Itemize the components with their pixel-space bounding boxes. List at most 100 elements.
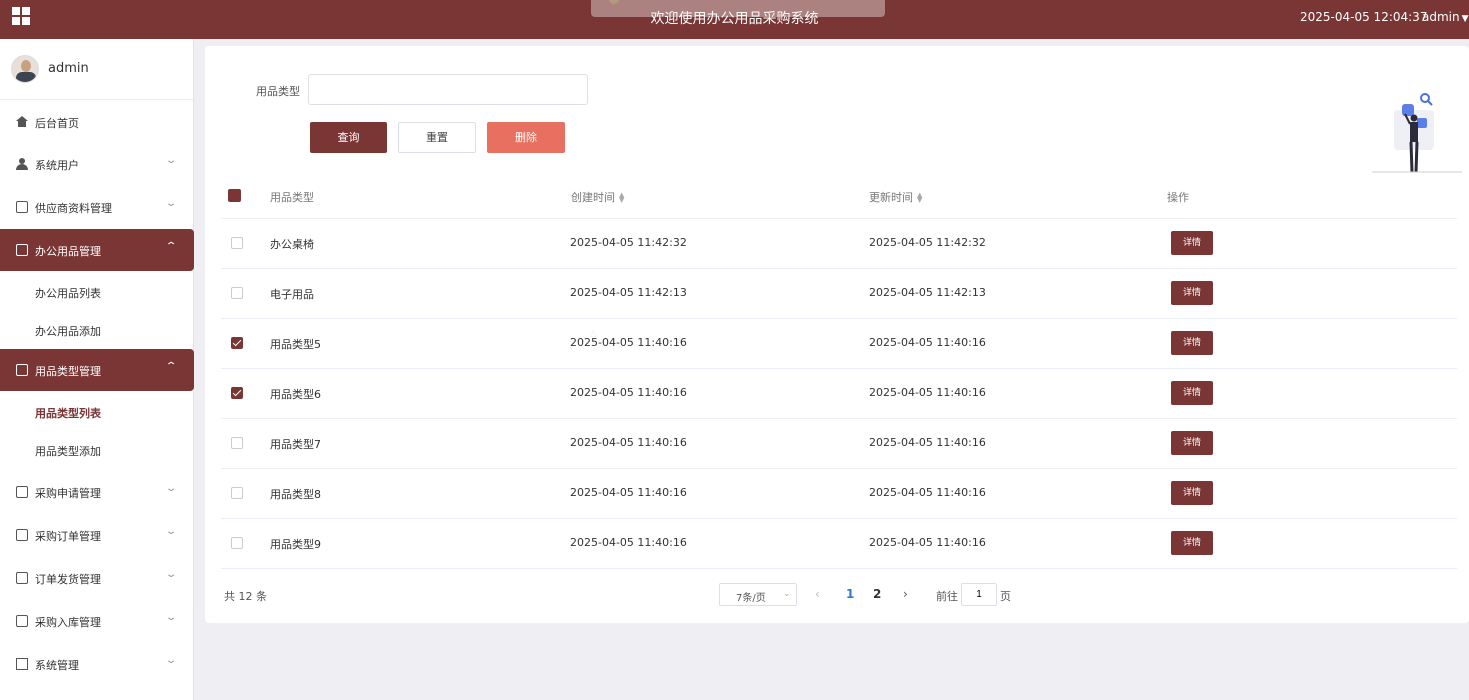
cell-updated-time: 2025-04-05 11:40:16 bbox=[869, 436, 986, 449]
detail-button[interactable]: 详情 bbox=[1171, 231, 1213, 255]
chevron-down-icon: ⌄ bbox=[164, 655, 178, 666]
table-row: 电子用品 2025-04-05 11:42:13 2025-04-05 11:42:… bbox=[221, 268, 1457, 318]
row-checkbox[interactable] bbox=[231, 437, 243, 449]
page-size-value: 7条/页 bbox=[736, 593, 766, 604]
cell-type-name: 用品类型6 bbox=[270, 388, 321, 401]
main-panel: 用品类型 查询 重置 删除 用品类型 创建时间 ▲ ▼ 更新时间 ▲ ▼ 操作 办公桌椅… bbox=[205, 46, 1469, 623]
cell-updated-time: 2025-04-05 11:42:13 bbox=[869, 286, 986, 299]
select-all-checkbox[interactable] bbox=[228, 189, 241, 202]
cell-updated-time: 2025-04-05 11:40:16 bbox=[869, 536, 986, 549]
detail-button[interactable]: 详情 bbox=[1171, 431, 1213, 455]
detail-button[interactable]: 详情 bbox=[1171, 381, 1213, 405]
sidebar-item-supply-types[interactable]: 用品类型管理 ⌃ bbox=[0, 349, 194, 391]
prev-page-button[interactable]: ‹ bbox=[815, 587, 820, 601]
sidebar-item-label: 办公用品管理 bbox=[35, 245, 101, 258]
chevron-down-icon: ⌄ bbox=[164, 612, 178, 623]
chevron-down-icon: ⌄ bbox=[164, 198, 178, 209]
sidebar-item-label: 系统用户 bbox=[35, 159, 79, 172]
row-checkbox[interactable] bbox=[231, 337, 243, 349]
page-unit-label: 页 bbox=[1000, 590, 1011, 603]
cell-created-time: 2025-04-05 11:40:16 bbox=[570, 436, 687, 449]
document-icon bbox=[16, 615, 28, 627]
column-header-label: 创建时间 bbox=[571, 191, 615, 204]
cell-type-name: 用品类型8 bbox=[270, 488, 321, 501]
chevron-up-icon: ⌃ bbox=[164, 241, 178, 252]
sidebar-subitem-label: 办公用品添加 bbox=[35, 325, 101, 338]
sidebar-subitem-types-add[interactable]: 用品类型添加 bbox=[0, 431, 194, 469]
cell-updated-time: 2025-04-05 11:40:16 bbox=[869, 486, 986, 499]
next-page-button[interactable]: › bbox=[903, 587, 908, 601]
sidebar-item-system-users[interactable]: 系统用户 ⌄ bbox=[0, 143, 194, 185]
sidebar-item-dashboard[interactable]: 后台首页 bbox=[0, 101, 194, 143]
goto-label: 前往 bbox=[936, 590, 958, 603]
sidebar-subitem-label: 用品类型添加 bbox=[35, 445, 101, 458]
profile: admin bbox=[0, 39, 193, 100]
sort-icon[interactable]: ▲ ▼ bbox=[917, 192, 922, 204]
sidebar-item-label: 系统管理 bbox=[35, 659, 79, 672]
chevron-down-icon: ⌄ bbox=[783, 589, 791, 599]
table-row: 用品类型9 2025-04-05 11:40:16 2025-04-05 11:40… bbox=[221, 518, 1457, 568]
total-count: 共 12 条 bbox=[224, 590, 267, 603]
search-label: 用品类型 bbox=[256, 85, 300, 98]
cell-type-name: 用品类型7 bbox=[270, 438, 321, 451]
cell-created-time: 2025-04-05 11:40:16 bbox=[570, 336, 687, 349]
sidebar-item-suppliers[interactable]: 供应商资料管理 ⌄ bbox=[0, 186, 194, 228]
search-input[interactable] bbox=[308, 74, 588, 105]
sort-icon[interactable]: ▲ ▼ bbox=[619, 192, 624, 204]
table-row: 用品类型7 2025-04-05 11:40:16 2025-04-05 11:40… bbox=[221, 418, 1457, 468]
column-header-created[interactable]: 创建时间 ▲ ▼ bbox=[571, 189, 624, 205]
row-checkbox[interactable] bbox=[231, 537, 243, 549]
sidebar-item-label: 订单发货管理 bbox=[35, 573, 101, 586]
detail-button[interactable]: 详情 bbox=[1171, 331, 1213, 355]
row-checkbox[interactable] bbox=[231, 387, 243, 399]
table-bottom-border bbox=[221, 568, 1457, 569]
page-size-select[interactable]: 7条/页 ⌄ bbox=[719, 583, 797, 606]
goto-page-input[interactable] bbox=[961, 583, 997, 606]
detail-button[interactable]: 详情 bbox=[1171, 531, 1213, 555]
sidebar-item-purchase-orders[interactable]: 采购订单管理 ⌄ bbox=[0, 514, 194, 556]
query-button[interactable]: 查询 bbox=[310, 122, 387, 153]
sidebar-subitem-types-list[interactable]: 用品类型列表 bbox=[0, 393, 194, 431]
sidebar-item-purchase-requests[interactable]: 采购申请管理 ⌄ bbox=[0, 471, 194, 513]
sidebar-item-system-admin[interactable]: 系统管理 ⌄ bbox=[0, 643, 194, 685]
sidebar: admin 后台首页 系统用户 ⌄ 供应商资料管理 ⌄ 办公用品管理 ⌃ 办公用… bbox=[0, 39, 194, 700]
chevron-down-icon: ⌄ bbox=[164, 569, 178, 580]
column-header-updated[interactable]: 更新时间 ▲ ▼ bbox=[869, 189, 922, 205]
sidebar-item-order-shipping[interactable]: 订单发货管理 ⌄ bbox=[0, 557, 194, 599]
sidebar-item-label: 采购订单管理 bbox=[35, 530, 101, 543]
document-icon bbox=[16, 244, 28, 256]
delete-button[interactable]: 删除 bbox=[487, 122, 565, 153]
document-icon bbox=[16, 529, 28, 541]
sidebar-item-warehouse-in[interactable]: 采购入库管理 ⌄ bbox=[0, 600, 194, 642]
cell-updated-time: 2025-04-05 11:42:32 bbox=[869, 236, 986, 249]
sidebar-item-label: 供应商资料管理 bbox=[35, 202, 112, 215]
page-number[interactable]: 1 bbox=[846, 587, 854, 601]
column-header-label: 更新时间 bbox=[869, 191, 913, 204]
detail-button[interactable]: 详情 bbox=[1171, 481, 1213, 505]
sidebar-item-label: 后台首页 bbox=[35, 117, 79, 130]
column-header-actions: 操作 bbox=[1167, 191, 1189, 204]
reset-button[interactable]: 重置 bbox=[398, 122, 476, 153]
cell-type-name: 电子用品 bbox=[270, 288, 314, 301]
image-icon bbox=[16, 658, 28, 670]
chevron-down-icon: ⌄ bbox=[164, 155, 178, 166]
user-menu[interactable]: admin ▼ bbox=[1422, 10, 1469, 24]
cell-type-name: 用品类型5 bbox=[270, 338, 321, 351]
detail-button[interactable]: 详情 bbox=[1171, 281, 1213, 305]
cell-created-time: 2025-04-05 11:42:13 bbox=[570, 286, 687, 299]
sidebar-subitem-supplies-list[interactable]: 办公用品列表 bbox=[0, 273, 194, 311]
sidebar-subitem-label: 用品类型列表 bbox=[35, 407, 101, 420]
cell-updated-time: 2025-04-05 11:40:16 bbox=[869, 386, 986, 399]
cell-created-time: 2025-04-05 11:40:16 bbox=[570, 536, 687, 549]
top-bar: 欢迎使用办公用品采购系统 2025-04-05 12:04:37 admin ▼ bbox=[0, 0, 1469, 39]
row-checkbox[interactable] bbox=[231, 287, 243, 299]
app-title: 欢迎使用办公用品采购系统 bbox=[650, 11, 819, 27]
row-checkbox[interactable] bbox=[231, 237, 243, 249]
sidebar-subitem-supplies-add[interactable]: 办公用品添加 bbox=[0, 311, 194, 349]
sidebar-item-office-supplies[interactable]: 办公用品管理 ⌃ bbox=[0, 229, 194, 271]
user-menu-label: admin bbox=[1422, 10, 1460, 24]
cell-created-time: 2025-04-05 11:40:16 bbox=[570, 386, 687, 399]
page-number[interactable]: 2 bbox=[873, 587, 881, 601]
avatar bbox=[11, 55, 39, 83]
row-checkbox[interactable] bbox=[231, 487, 243, 499]
